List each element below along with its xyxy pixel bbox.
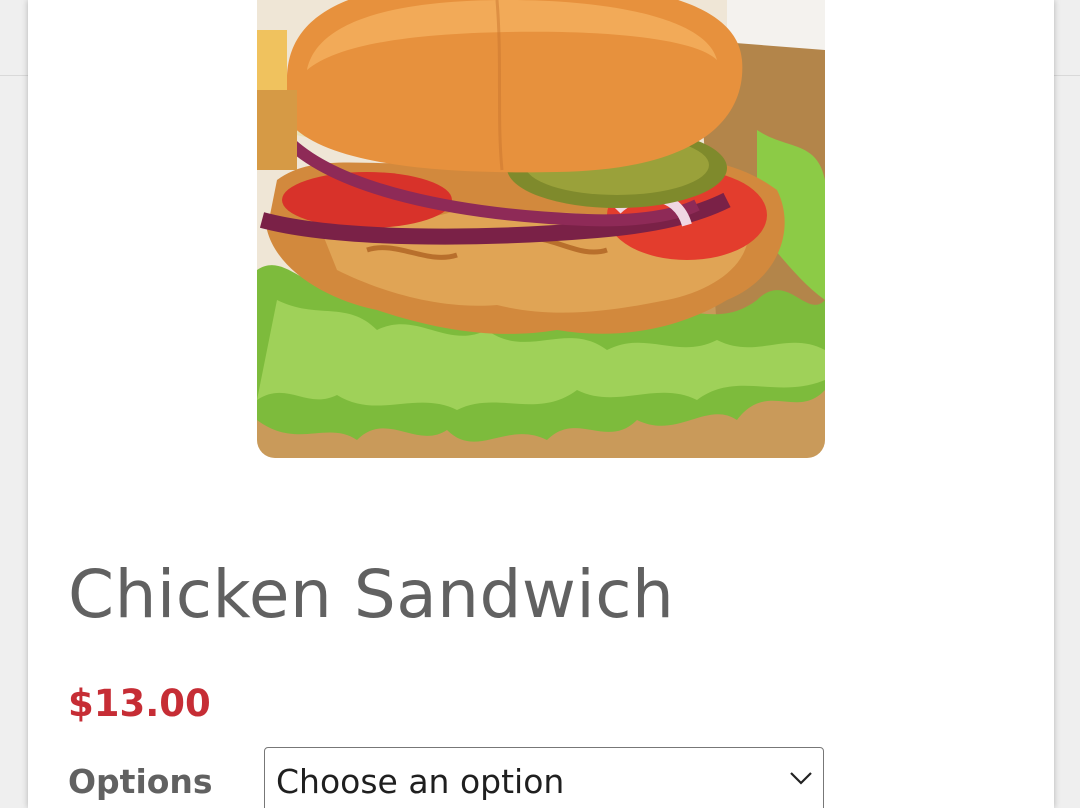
chevron-down-icon xyxy=(790,772,812,785)
product-image xyxy=(257,0,825,458)
product-modal: Chicken Sandwich $13.00 Options Choose a… xyxy=(28,0,1054,808)
options-label: Options xyxy=(68,762,213,801)
options-select[interactable]: Choose an option xyxy=(264,747,824,808)
options-select-value: Choose an option xyxy=(276,762,565,801)
backdrop-divider-right xyxy=(1054,75,1080,76)
product-title: Chicken Sandwich xyxy=(68,556,675,633)
backdrop-divider-left xyxy=(0,75,28,76)
product-price: $13.00 xyxy=(68,682,211,725)
